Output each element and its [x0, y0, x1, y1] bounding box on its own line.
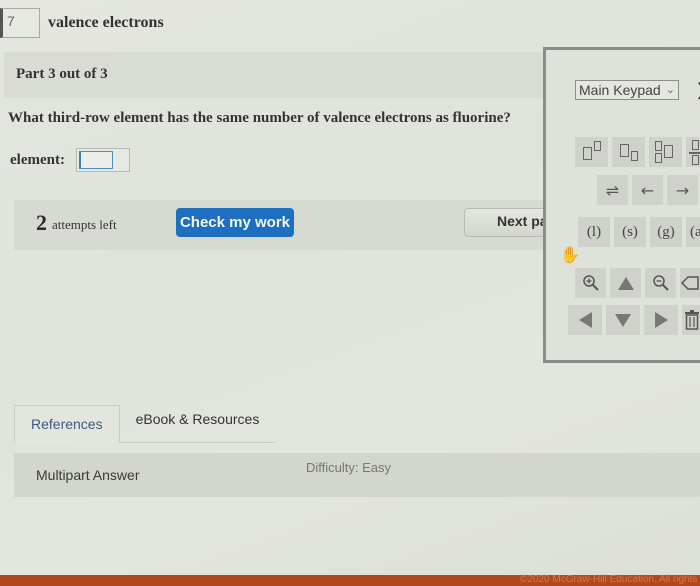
multipart-answer-label: Multipart Answer [36, 467, 140, 483]
fraction-bar [689, 152, 700, 154]
difficulty-label: Difficulty: Easy [306, 460, 392, 475]
zoom-out-icon [652, 275, 669, 291]
previous-answer-value: 7 [7, 13, 15, 29]
state-aqueous-label: (aq) [690, 223, 700, 240]
tab-ebook-resources[interactable]: eBook & Resources [119, 405, 276, 443]
superscript-template-button[interactable] [575, 137, 608, 167]
attempts-count: 2 [36, 210, 47, 235]
subscript-icon-small [631, 151, 638, 161]
state-liquid-button[interactable]: (l) [578, 217, 610, 247]
right-arrow-icon: → [675, 180, 690, 200]
delete-button[interactable] [682, 305, 700, 335]
keypad-select-value: Main Keypad [579, 82, 661, 98]
hand-cursor-icon: ✋ [560, 245, 580, 264]
fraction-template-button[interactable] [686, 137, 700, 167]
eraser-button[interactable] [680, 268, 700, 298]
subscript-icon [620, 144, 629, 157]
tab-references[interactable]: References [14, 405, 120, 443]
zoom-in-icon [582, 275, 599, 291]
element-input-box[interactable] [79, 151, 113, 169]
keypad-panel: Main Keypad ⌄ ❯ ⇌ ← → [543, 47, 700, 363]
subscript-template-button[interactable] [612, 137, 645, 167]
previous-answer-label: valence electrons [48, 14, 164, 31]
triangle-left-icon [578, 312, 592, 328]
superscript-icon-small [594, 141, 601, 151]
equilibrium-arrow-icon: ⇌ [605, 180, 620, 200]
element-input[interactable] [76, 148, 130, 172]
super-subscript-icon-lower [655, 153, 662, 163]
state-solid-button[interactable]: (s) [614, 217, 646, 247]
fraction-icon [692, 140, 699, 150]
fraction-icon-lower [692, 155, 699, 165]
zoom-in-button[interactable] [575, 268, 606, 298]
move-down-button[interactable] [606, 305, 640, 335]
move-left-button[interactable] [568, 305, 602, 335]
superscript-icon [583, 147, 592, 160]
move-up-button[interactable] [610, 268, 641, 298]
part-header-title: Part 3 out of 3 [16, 66, 108, 82]
super-subscript-icon-main [664, 145, 673, 158]
chevron-down-icon: ⌄ [665, 84, 675, 96]
close-icon[interactable]: ❯ [696, 80, 700, 100]
eraser-icon [680, 276, 699, 290]
state-aqueous-button[interactable]: (aq) [686, 217, 700, 247]
multipart-bar: Multipart Answer Difficulty: Easy [14, 453, 700, 497]
trash-icon [685, 310, 699, 330]
element-label: element: [10, 152, 65, 168]
previous-answer-field: 7 [0, 8, 40, 38]
action-bar: 2 attempts left Check my work Next part [14, 200, 564, 250]
super-subscript-template-button[interactable] [649, 137, 682, 167]
right-arrow-button[interactable]: → [667, 175, 698, 205]
keypad-select[interactable]: Main Keypad ⌄ [575, 80, 679, 100]
left-arrow-button[interactable]: ← [632, 175, 663, 205]
reference-tabs: References eBook & Resources [14, 405, 276, 443]
triangle-up-icon [617, 276, 634, 290]
copyright-text: ©2020 McGraw-Hill Education. All rights … [520, 574, 700, 585]
state-gas-button[interactable]: (g) [650, 217, 682, 247]
super-subscript-icon [655, 141, 662, 151]
check-my-work-button[interactable]: Check my work [176, 208, 294, 237]
question-text: What third-row element has the same numb… [8, 110, 511, 126]
triangle-right-icon [654, 312, 668, 328]
triangle-down-icon [615, 313, 631, 327]
move-right-button[interactable] [644, 305, 678, 335]
part-header: Part 3 out of 3 [4, 52, 544, 98]
zoom-out-button[interactable] [645, 268, 676, 298]
footer: ©2020 McGraw-Hill Education. All rights … [0, 574, 700, 586]
state-liquid-label: (l) [586, 223, 602, 240]
attempts-text: attempts left [52, 217, 117, 232]
state-solid-label: (s) [622, 223, 638, 240]
equilibrium-arrow-button[interactable]: ⇌ [597, 175, 628, 205]
state-gas-label: (g) [657, 223, 675, 240]
left-arrow-icon: ← [640, 180, 655, 200]
